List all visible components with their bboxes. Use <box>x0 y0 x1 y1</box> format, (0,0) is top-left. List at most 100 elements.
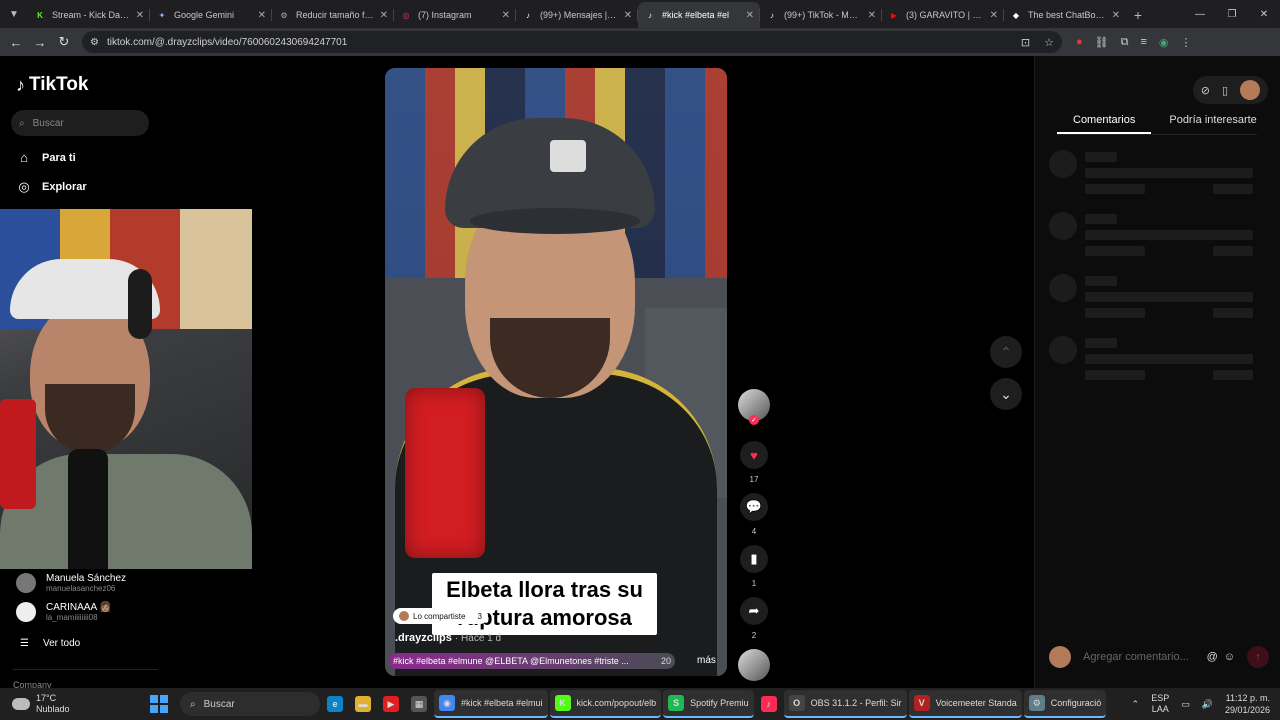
language-indicator[interactable]: ESP LAA <box>1151 693 1169 715</box>
taskbar-search[interactable]: ⌕ Buscar <box>180 692 320 716</box>
chevron-down-icon[interactable]: ⌄ <box>990 378 1022 410</box>
close-tab-icon[interactable]: ✕ <box>624 10 632 21</box>
browser-tab[interactable]: ▶ (3) GARAVITO | DOCU ✕ <box>882 2 1004 28</box>
tiktok-logo[interactable]: ♪ TikTok <box>16 74 88 96</box>
close-tab-icon[interactable]: ✕ <box>990 10 998 21</box>
close-tab-icon[interactable]: ✕ <box>380 10 388 21</box>
tiktok-app-icon[interactable]: ♪ <box>756 690 782 718</box>
compass-icon[interactable]: ⊘ <box>1201 84 1210 97</box>
youtube-icon[interactable]: ▶ <box>378 690 404 718</box>
app-icon: ◉ <box>439 695 455 711</box>
extension-red-icon[interactable]: ● <box>1076 36 1083 49</box>
nav-label: Explorar <box>42 181 87 193</box>
reload-icon[interactable]: ↻ <box>52 30 76 54</box>
store-icon[interactable]: ▦ <box>406 690 432 718</box>
tab-favicon-icon: ⚙ <box>280 10 288 20</box>
close-tab-icon[interactable]: ✕ <box>868 10 876 21</box>
tab-favicon-icon: K <box>37 10 43 20</box>
browser-tab[interactable]: ◆ The best ChatBot an ✕ <box>1004 2 1126 28</box>
taskbar-app[interactable]: ⚙ Configuració <box>1023 690 1107 718</box>
weather-widget[interactable]: 17°C Nublado <box>0 693 140 715</box>
close-window-icon[interactable]: ✕ <box>1248 0 1280 28</box>
home-icon: ⌂ <box>20 150 28 165</box>
site-info-icon[interactable]: ⚙ <box>90 37 99 48</box>
creator-avatar[interactable]: ✓ <box>738 389 770 425</box>
taskbar-app[interactable]: V Voicemeeter Standa <box>908 690 1022 718</box>
close-tab-icon[interactable]: ✕ <box>746 10 754 21</box>
see-all-link[interactable]: ☰ Ver todo <box>20 638 80 649</box>
like-button[interactable]: ♥ 17 <box>738 441 770 484</box>
close-tab-icon[interactable]: ✕ <box>258 10 266 21</box>
hashtags-text: #kick #elbeta #elmune @ELBETA @Elmuneton… <box>393 656 629 666</box>
following-item[interactable]: Manuela Sánchez manuelasanchez06 <box>16 573 126 593</box>
browser-tab[interactable]: ♪ #kick #elbeta #el ✕ <box>638 2 760 28</box>
mention-icon[interactable]: @ <box>1207 651 1218 663</box>
chevron-up-icon[interactable]: ⌃ <box>990 336 1022 368</box>
media-controls-icon[interactable]: ≡ <box>1140 36 1146 49</box>
taskbar-app[interactable]: ◉ #kick #elbeta #elmui <box>434 690 548 718</box>
tab-title: The best ChatBot an <box>1028 10 1106 20</box>
close-tab-icon[interactable]: ✕ <box>502 10 510 21</box>
close-tab-icon[interactable]: ✕ <box>136 10 144 21</box>
clock[interactable]: 11:12 p. m. 29/01/2026 <box>1225 692 1270 716</box>
browser-tab[interactable]: ◎ (7) Instagram ✕ <box>394 2 516 28</box>
comment-input[interactable]: Agregar comentario... @ ☺ <box>1079 645 1239 669</box>
save-button[interactable]: ▮ 1 <box>738 545 770 588</box>
restore-icon[interactable]: ❐ <box>1216 0 1248 28</box>
tray-overflow-icon[interactable]: ⌃ <box>1132 699 1140 710</box>
browser-tab[interactable]: ♪ (99+) TikTok - Make Y ✕ <box>760 2 882 28</box>
browser-tab[interactable]: ⚙ Reducir tamaño frent ✕ <box>272 2 394 28</box>
install-app-icon[interactable]: ⊡ <box>1021 36 1030 49</box>
follow-check-icon[interactable]: ✓ <box>749 415 759 425</box>
nav-explore[interactable]: ◎ Explorar <box>16 179 87 195</box>
tab-comments[interactable]: Comentarios <box>1057 114 1152 134</box>
edge-icon[interactable]: e <box>322 690 348 718</box>
music-disc[interactable] <box>738 649 770 681</box>
extensions-icon[interactable]: ⧉ <box>1121 36 1129 49</box>
phone-icon[interactable]: ▯ <box>1222 84 1228 97</box>
taskbar-app-label: OBS 31.1.2 - Perfil: Sir <box>810 698 902 708</box>
minimize-icon[interactable]: — <box>1184 0 1216 28</box>
link-icon[interactable]: ⛓ <box>1095 36 1109 49</box>
close-tab-icon[interactable]: ✕ <box>1112 10 1120 21</box>
save-count: 1 <box>751 579 757 588</box>
search-input[interactable]: ⌕ Buscar <box>11 110 149 136</box>
tab-title: Google Gemini <box>174 10 235 20</box>
video-hashtags[interactable]: #kick #elbeta #elmune @ELBETA @Elmuneton… <box>389 653 675 669</box>
shared-badge[interactable]: Lo compartiste 3 <box>393 608 488 624</box>
new-tab-button[interactable]: + <box>1126 2 1150 28</box>
send-comment-icon[interactable]: ↑ <box>1247 646 1269 668</box>
profile-avatar[interactable] <box>1240 80 1260 100</box>
comment-icon: 💬 <box>740 493 768 521</box>
profile-avatar <box>1049 646 1071 668</box>
bookmark-star-icon[interactable]: ☆ <box>1044 36 1054 49</box>
browser-tab[interactable]: ✦ Google Gemini ✕ <box>150 2 272 28</box>
app-icon: S <box>668 695 685 711</box>
taskbar-app[interactable]: S Spotify Premiu <box>663 690 754 718</box>
emoji-icon[interactable]: ☺ <box>1224 651 1235 663</box>
taskbar-app[interactable]: Kkick.com/popout/elb <box>549 690 662 718</box>
following-item[interactable]: CARINAAA 👩🏽 la_mamiiiiiiii08 <box>16 602 112 622</box>
windows-start-icon[interactable] <box>150 695 168 713</box>
volume-icon[interactable]: 🔊 <box>1202 699 1213 710</box>
tab-search-icon[interactable]: ▼ <box>0 0 28 28</box>
back-icon[interactable]: ← <box>4 30 28 54</box>
taskbar-app[interactable]: O OBS 31.1.2 - Perfil: Sir <box>783 690 907 718</box>
profile-icon[interactable]: ◉ <box>1159 36 1169 49</box>
browser-tab[interactable]: ♪ (99+) Mensajes | TikT ✕ <box>516 2 638 28</box>
tab-recommendations[interactable]: Podría interesarte <box>1169 114 1256 134</box>
forward-icon[interactable]: → <box>28 30 52 54</box>
video-author[interactable]: .drayzclips · Hace 1 d <box>395 632 501 644</box>
monitor-icon[interactable]: ▭ <box>1181 699 1190 710</box>
more-link[interactable]: más <box>697 655 716 666</box>
nav-for-you[interactable]: ⌂ Para ti <box>16 150 76 165</box>
browser-tab[interactable]: K Stream - Kick Dashbo ✕ <box>28 2 150 28</box>
video-player[interactable]: Elbeta llora tras su ruptura amorosa Lo … <box>385 68 727 676</box>
following-name: Manuela Sánchez <box>46 573 127 584</box>
chrome-menu-icon[interactable]: ⋮ <box>1181 36 1192 49</box>
file-explorer-icon[interactable]: ▬ <box>350 690 376 718</box>
share-button[interactable]: ➦ 2 <box>738 597 770 640</box>
address-bar[interactable]: ⚙ tiktok.com/@.drayzclips/video/76006024… <box>82 31 1062 53</box>
comment-button[interactable]: 💬 4 <box>738 493 770 536</box>
heart-icon: ♥ <box>740 441 768 469</box>
